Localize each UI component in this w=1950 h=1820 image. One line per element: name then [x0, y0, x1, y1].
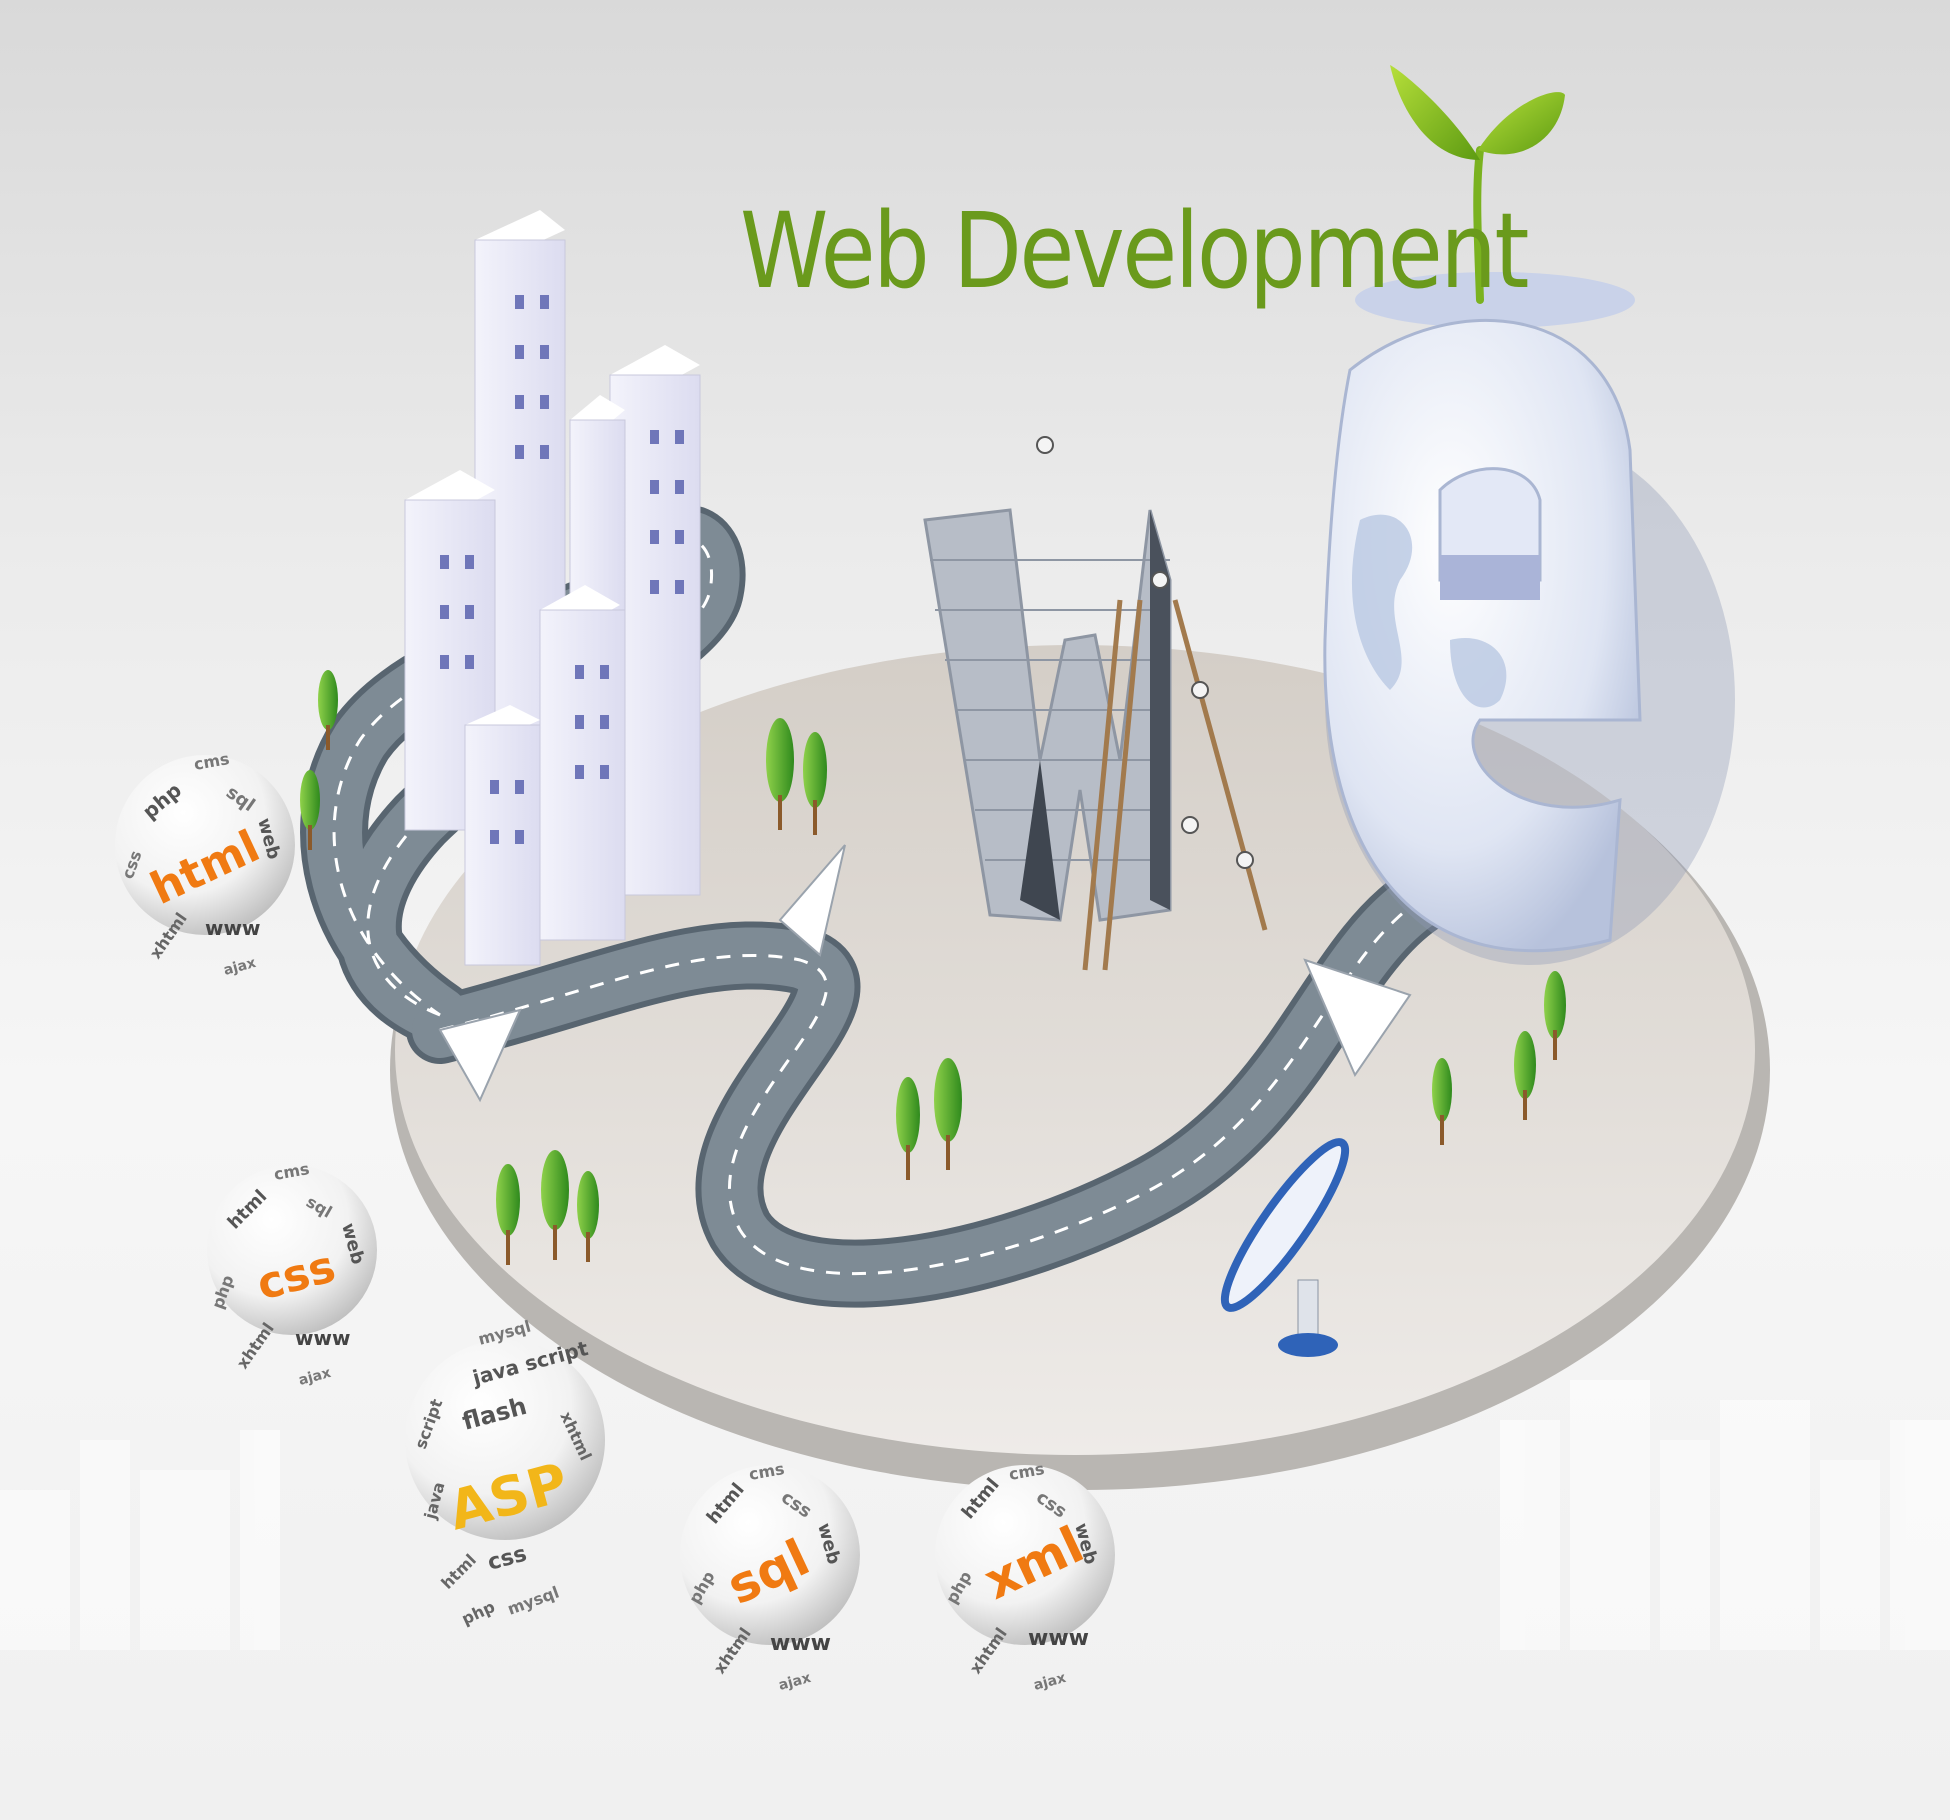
tech-ball-xml: html cms css web php www xhtml ajax xml: [935, 1459, 1115, 1694]
page-title: Web Development: [740, 190, 1529, 312]
ball-small-word: www: [770, 1631, 831, 1656]
globe-e-icon: [1323, 272, 1735, 965]
ball-small-word: php: [459, 1597, 498, 1629]
ball-small-word: ajax: [297, 1365, 333, 1389]
ball-small-word: www: [295, 1326, 350, 1350]
tech-ball-sql: html cms css web php www xhtml ajax sql: [680, 1459, 860, 1694]
ball-small-word: ajax: [222, 955, 258, 979]
buildings-icon: [404, 210, 701, 966]
ball-small-word: css: [485, 1541, 529, 1575]
ball-small-word: ajax: [1032, 1670, 1068, 1694]
tech-ball-css: html cms sql web php www xhtml ajax css: [207, 1159, 377, 1389]
tech-ball-html: php cms sql web css www xhtml ajax html: [115, 749, 295, 979]
ball-small-word: xhtml: [233, 1319, 278, 1372]
ball-small-word: www: [205, 916, 260, 940]
ball-small-word: www: [1028, 1626, 1089, 1651]
tech-ball-asp: mysql java script xhtml flash script jav…: [405, 1317, 605, 1629]
ball-small-word: mysql: [505, 1583, 562, 1619]
ball-small-word: ajax: [777, 1670, 813, 1694]
ball-small-word: html: [437, 1550, 480, 1593]
